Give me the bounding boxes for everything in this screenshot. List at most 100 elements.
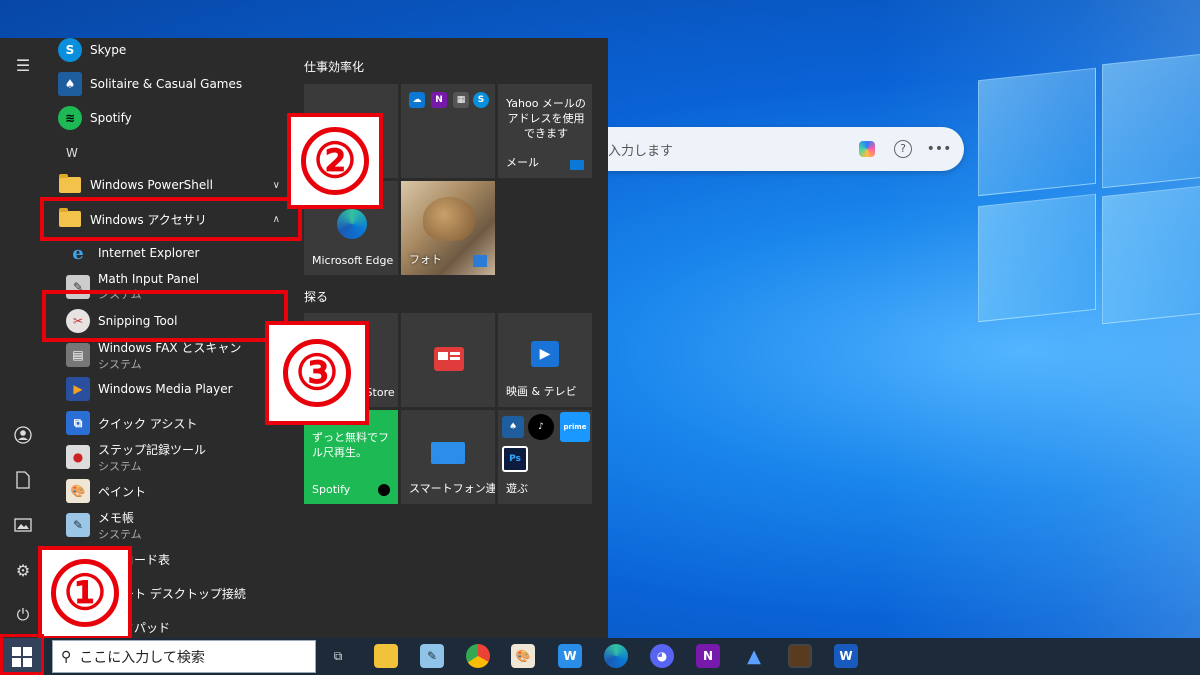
wordpad-taskbar-icon[interactable]: W — [558, 644, 582, 668]
word-icon[interactable]: W — [834, 644, 858, 668]
office-icon: ▦ — [453, 92, 469, 108]
tile-mail[interactable]: Yahoo メールのアドレスを使用できます メール — [498, 84, 592, 178]
highlight-accessories — [40, 197, 302, 241]
step-3-number: ③ — [283, 339, 351, 407]
file-explorer-icon[interactable] — [374, 644, 398, 668]
copilot-icon[interactable] — [856, 138, 878, 160]
callout-step-2: ② — [287, 113, 383, 209]
callout-step-3: ③ — [265, 321, 369, 425]
spotify-tile-label: Spotify — [312, 483, 351, 496]
photos-tile-label: フォト — [409, 253, 442, 266]
mail-envelope-icon — [570, 160, 584, 170]
minecraft-icon[interactable] — [788, 644, 812, 668]
photoshop-icon: Ps — [502, 446, 528, 472]
tiktok-icon: ♪ — [528, 414, 554, 440]
search-icon: ⚲ — [61, 648, 72, 665]
app-name: Internet Explorer — [98, 246, 200, 260]
app-subtitle: システム — [98, 357, 142, 371]
photos-badge-icon — [473, 255, 487, 267]
app-steps-recorder[interactable]: ● ステップ記録ツール システム — [66, 441, 292, 473]
mail-tile-label: メール — [506, 156, 539, 169]
app-name: Windows PowerShell — [90, 178, 213, 192]
spotify-logo-icon — [378, 484, 390, 496]
onenote-taskbar-icon[interactable]: N — [696, 644, 720, 668]
media-player-icon: ▶ — [66, 377, 90, 401]
app-name: メモ帳 — [98, 510, 135, 525]
tile-news[interactable] — [401, 313, 495, 407]
taskbar-search-placeholder: ここに入力して検索 — [79, 649, 205, 666]
movies-tile-label: 映画 & テレビ — [506, 385, 577, 398]
notepad-icon: ✎ — [66, 513, 90, 537]
app-fax-scan[interactable]: ▤ Windows FAX とスキャン システム — [66, 339, 292, 371]
app-name: Spotify — [90, 111, 132, 125]
app-name: クイック アシスト — [98, 416, 198, 431]
more-icon[interactable]: ••• — [927, 138, 952, 160]
cat-photo-image — [423, 197, 475, 241]
folder-icon — [58, 173, 82, 197]
phone-link-icon — [431, 442, 465, 464]
onenote-icon: N — [431, 92, 447, 108]
phone-tile-label: スマートフォン連携 — [409, 482, 495, 495]
app-name: Windows Media Player — [98, 382, 233, 396]
app-name: ステップ記録ツール — [98, 442, 207, 457]
step-2-number: ② — [301, 127, 369, 195]
task-view-icon[interactable]: ⧉ — [326, 644, 350, 668]
pictures-icon[interactable] — [8, 510, 38, 540]
desktop-search-placeholder: 入力します — [608, 143, 674, 159]
documents-icon[interactable] — [8, 465, 38, 495]
callout-step-1: ① — [38, 546, 132, 640]
settings-gear-icon[interactable]: ⚙ — [8, 555, 38, 585]
onedrive-icon: ☁ — [409, 92, 425, 108]
spotify-icon: ≋ — [58, 106, 82, 130]
taskbar: ⚲ ここに入力して検索 ⧉ ✎ 🎨 W ◕ N ▲ W — [0, 634, 1200, 675]
app-media-player[interactable]: ▶ Windows Media Player — [66, 373, 292, 405]
notepad-taskbar-icon[interactable]: ✎ — [420, 644, 444, 668]
app-skype[interactable]: S Skype — [58, 38, 290, 66]
tile-phone-link[interactable]: スマートフォン連携 — [401, 410, 495, 504]
edge-tile-label: Microsoft Edge — [312, 254, 394, 267]
help-icon[interactable]: ? — [892, 138, 914, 160]
discord-icon[interactable]: ◕ — [650, 644, 674, 668]
group-title-explore: 探る — [304, 290, 329, 304]
app-spotify[interactable]: ≋ Spotify — [58, 102, 290, 134]
paint-taskbar-icon[interactable]: 🎨 — [511, 644, 535, 668]
group-title-productivity: 仕事効率化 — [304, 60, 365, 74]
app-notepad[interactable]: ✎ メモ帳システム — [66, 509, 292, 541]
chevron-down-icon: ∨ — [272, 179, 280, 191]
chrome-icon[interactable] — [466, 644, 490, 668]
skype-icon: S — [473, 92, 489, 108]
app-name: Math Input Panel — [98, 272, 200, 286]
desktop-search-widget[interactable]: 入力します ? ••• — [560, 127, 964, 171]
paint-palette-icon: 🎨 — [66, 479, 90, 503]
app-subtitle: システム — [98, 459, 142, 473]
app-name: Solitaire & Casual Games — [90, 77, 243, 91]
step-1-number: ① — [51, 559, 119, 627]
app-subtitle: システム — [98, 527, 142, 541]
hamburger-menu-icon[interactable]: ☰ — [8, 50, 38, 80]
app-paint[interactable]: 🎨 ペイント — [66, 475, 292, 507]
tile-office-apps[interactable]: ☁ N ▦ S — [401, 84, 495, 178]
app-solitaire[interactable]: ♠ Solitaire & Casual Games — [58, 68, 290, 100]
windows-logo-wallpaper — [960, 40, 1200, 330]
user-account-icon[interactable] — [8, 420, 38, 450]
nordvpn-icon[interactable]: ▲ — [742, 644, 766, 668]
app-quick-assist[interactable]: ⧉ クイック アシスト — [66, 407, 292, 439]
spotify-promo-text: ずっと無料でフル尺再生。 — [312, 431, 389, 459]
tile-photos[interactable]: フォト — [401, 181, 495, 275]
edge-taskbar-icon[interactable] — [604, 644, 628, 668]
cards-icon: ♠ — [58, 72, 82, 96]
prime-video-icon: prime — [560, 412, 590, 442]
tile-movies-tv[interactable]: ▶ 映画 & テレビ — [498, 313, 592, 407]
taskbar-search-box[interactable]: ⚲ ここに入力して検索 — [52, 640, 316, 673]
letter-heading-w[interactable]: W — [66, 146, 78, 160]
quick-assist-icon: ⧉ — [66, 411, 90, 435]
fax-icon: ▤ — [66, 343, 90, 367]
play-tile-label: 遊ぶ — [506, 482, 528, 495]
app-internet-explorer[interactable]: e Internet Explorer — [66, 237, 292, 269]
power-icon[interactable]: ⏻ — [8, 600, 38, 630]
news-icon — [434, 347, 464, 371]
edge-icon — [337, 209, 367, 239]
highlight-start-button — [0, 634, 44, 675]
mail-tile-text: Yahoo メールのアドレスを使用できます — [506, 97, 586, 140]
tile-play[interactable]: ♠ ♪ prime Ps 遊ぶ — [498, 410, 592, 504]
